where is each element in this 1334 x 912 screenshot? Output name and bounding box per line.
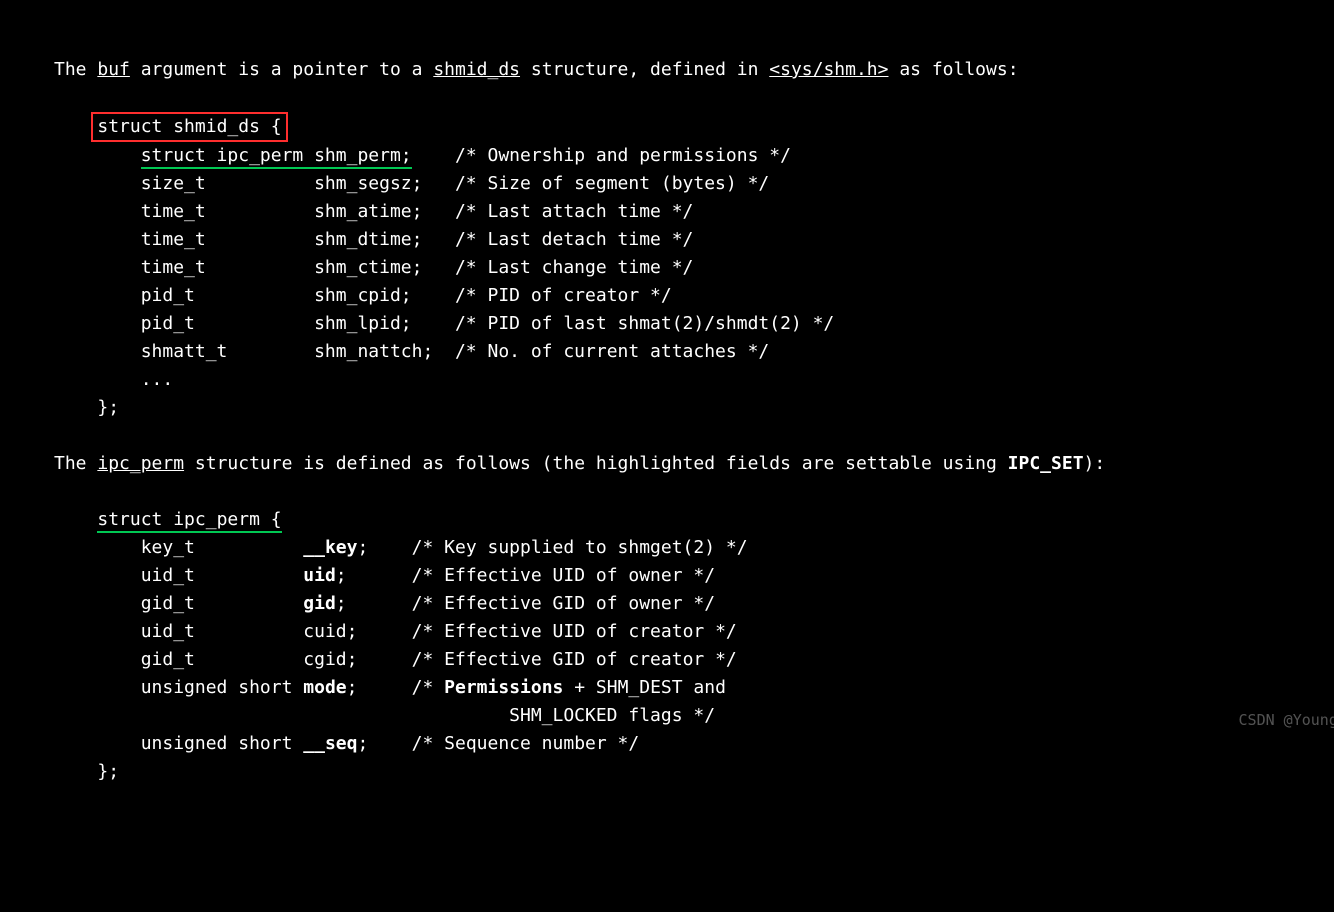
man-page-excerpt: The buf argument is a pointer to a shmid… <box>54 28 1334 744</box>
struct-ipc-perm-head: struct ipc_perm { <box>97 509 281 533</box>
struct-field: shmatt_t shm_nattch; /* No. of current a… <box>141 341 770 362</box>
struct-field: gid_t cgid; /* Effective GID of creator … <box>141 649 737 670</box>
struct-field: gid_t gid; /* Effective GID of owner */ <box>141 593 715 614</box>
intro-line: The buf argument is a pointer to a shmid… <box>54 59 1019 80</box>
struct-field: time_t shm_ctime; /* Last change time */ <box>141 257 694 278</box>
struct-field: uid_t cuid; /* Effective UID of creator … <box>141 621 737 642</box>
struct-field: pid_t shm_lpid; /* PID of last shmat(2)/… <box>141 313 835 334</box>
struct-field: pid_t shm_cpid; /* PID of creator */ <box>141 285 672 306</box>
struct-field: size_t shm_segsz; /* Size of segment (by… <box>141 173 770 194</box>
struct-close: }; <box>97 397 119 418</box>
watermark: CSDN @YoungMLet <box>1239 706 1334 734</box>
struct-field: unsigned short mode; /* Permissions + SH… <box>141 677 726 698</box>
struct-field: unsigned short __seq; /* Sequence number… <box>141 733 640 754</box>
struct-field: uid_t uid; /* Effective UID of owner */ <box>141 565 715 586</box>
struct-field: time_t shm_atime; /* Last attach time */ <box>141 201 694 222</box>
ipc-perm-field: struct ipc_perm shm_perm; <box>141 145 412 169</box>
struct-ellipsis: ... <box>141 369 174 390</box>
struct-shmid-ds-head: struct shmid_ds { <box>91 112 287 142</box>
struct-field: time_t shm_dtime; /* Last detach time */ <box>141 229 694 250</box>
ipcperm-intro: The ipc_perm structure is defined as fol… <box>54 453 1105 474</box>
struct-close: }; <box>97 761 119 782</box>
struct-field: key_t __key; /* Key supplied to shmget(2… <box>141 537 748 558</box>
